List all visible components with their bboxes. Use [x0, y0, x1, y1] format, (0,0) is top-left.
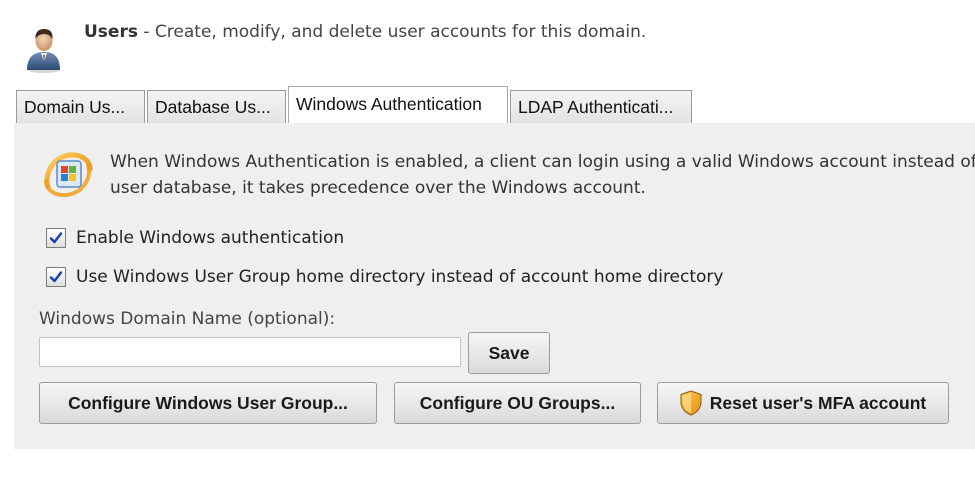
configure-windows-user-group-button[interactable]: Configure Windows User Group... — [39, 382, 377, 424]
use-group-home-label[interactable]: Use Windows User Group home directory in… — [76, 267, 723, 287]
checkmark-icon — [49, 271, 63, 283]
domain-name-label: Windows Domain Name (optional): — [39, 309, 336, 329]
enable-windows-auth-row: Enable Windows authentication — [46, 228, 344, 248]
enable-windows-auth-label[interactable]: Enable Windows authentication — [76, 228, 344, 248]
use-group-home-row: Use Windows User Group home directory in… — [46, 267, 723, 287]
windows-logo-icon — [40, 147, 96, 203]
tab-ldap-authentication[interactable]: LDAP Authenticati... — [510, 90, 692, 124]
page-title: Users — [84, 22, 138, 42]
info-text: When Windows Authentication is enabled, … — [110, 149, 975, 201]
windows-auth-panel: When Windows Authentication is enabled, … — [14, 123, 975, 449]
domain-name-input[interactable] — [39, 337, 461, 367]
enable-windows-auth-checkbox[interactable] — [46, 228, 66, 248]
reset-mfa-button[interactable]: Reset user's MFA account — [657, 382, 949, 424]
checkmark-icon — [49, 232, 63, 244]
header-text: Users - Create, modify, and delete user … — [84, 22, 646, 42]
user-icon — [22, 24, 68, 74]
tab-database-users[interactable]: Database Us... — [147, 90, 286, 124]
page-header: Users - Create, modify, and delete user … — [22, 22, 962, 76]
tab-windows-authentication[interactable]: Windows Authentication — [288, 86, 508, 124]
reset-mfa-label[interactable]: Reset user's MFA account — [710, 393, 927, 414]
users-page: Users - Create, modify, and delete user … — [0, 0, 975, 491]
page-description: - Create, modify, and delete user accoun… — [137, 22, 647, 42]
tab-domain-users[interactable]: Domain Us... — [16, 90, 145, 124]
shield-icon — [680, 390, 702, 416]
tab-bar: Domain Us... Database Us... Windows Auth… — [16, 86, 694, 124]
info-text-line-1: When Windows Authentication is enabled, … — [110, 152, 975, 172]
info-text-line-2: user database, it takes precedence over … — [110, 178, 646, 198]
configure-ou-groups-button[interactable]: Configure OU Groups... — [394, 382, 641, 424]
use-group-home-checkbox[interactable] — [46, 267, 66, 287]
save-button[interactable]: Save — [468, 332, 550, 374]
